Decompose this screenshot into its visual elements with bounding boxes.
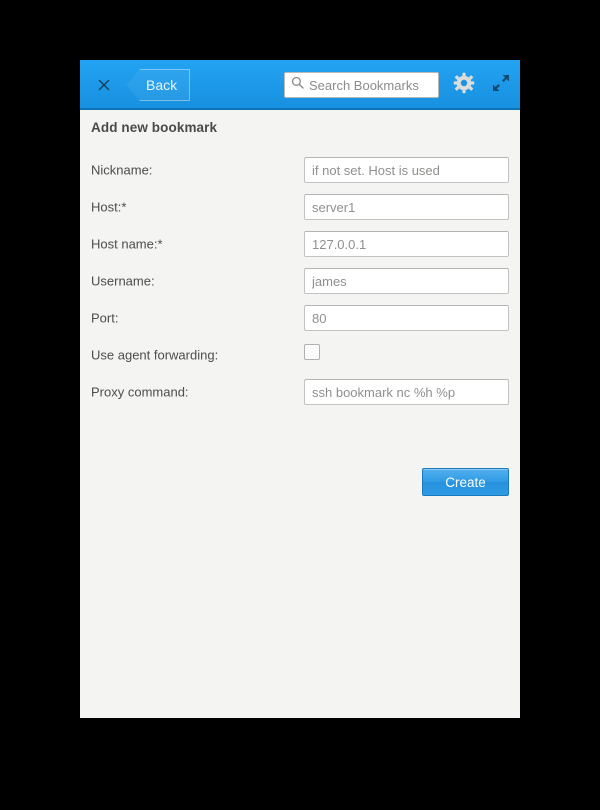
form-row-host-name: Host name:* (91, 231, 509, 257)
username-input[interactable] (304, 268, 509, 294)
label-port: Port: (91, 310, 119, 326)
form-row-port: Port: (91, 305, 509, 331)
back-button-label: Back (146, 77, 178, 93)
label-use-agent-forwarding: Use agent forwarding: (91, 347, 219, 363)
search-icon (291, 76, 304, 94)
form-row-username: Username: (91, 268, 509, 294)
maximize-button[interactable] (488, 72, 514, 98)
label-host: Host:* (91, 199, 127, 215)
form-row-nickname: Nickname: (91, 157, 509, 183)
nickname-input[interactable] (304, 157, 509, 183)
create-button[interactable]: Create (422, 468, 509, 496)
form-row-host: Host:* (91, 194, 509, 220)
label-proxy-command: Proxy command: (91, 384, 189, 400)
host-input[interactable] (304, 194, 509, 220)
search-field[interactable] (284, 72, 439, 98)
settings-button[interactable] (450, 71, 478, 99)
use-agent-forwarding-checkbox[interactable] (304, 344, 320, 360)
form-row-proxy-command: Proxy command: (91, 379, 509, 405)
label-host-name: Host name:* (91, 236, 163, 252)
page-title: Add new bookmark (91, 120, 218, 135)
gear-icon (453, 72, 475, 99)
back-button[interactable]: Back (126, 69, 191, 101)
form-content: Add new bookmark Nickname: Host:* Host n… (80, 110, 520, 716)
app-window: Back Search Bookmarks Add new bookmark N… (80, 60, 520, 718)
port-input[interactable] (304, 305, 509, 331)
close-icon (97, 78, 111, 92)
form-row-agent-forwarding: Use agent forwarding: (91, 342, 509, 368)
label-nickname: Nickname: (91, 162, 153, 178)
expand-icon (492, 74, 510, 97)
titlebar: Back (80, 60, 520, 110)
host-name-input[interactable] (304, 231, 509, 257)
proxy-command-input[interactable] (304, 379, 509, 405)
close-button[interactable] (88, 69, 120, 101)
search-input[interactable] (309, 77, 432, 93)
label-username: Username: (91, 273, 155, 289)
